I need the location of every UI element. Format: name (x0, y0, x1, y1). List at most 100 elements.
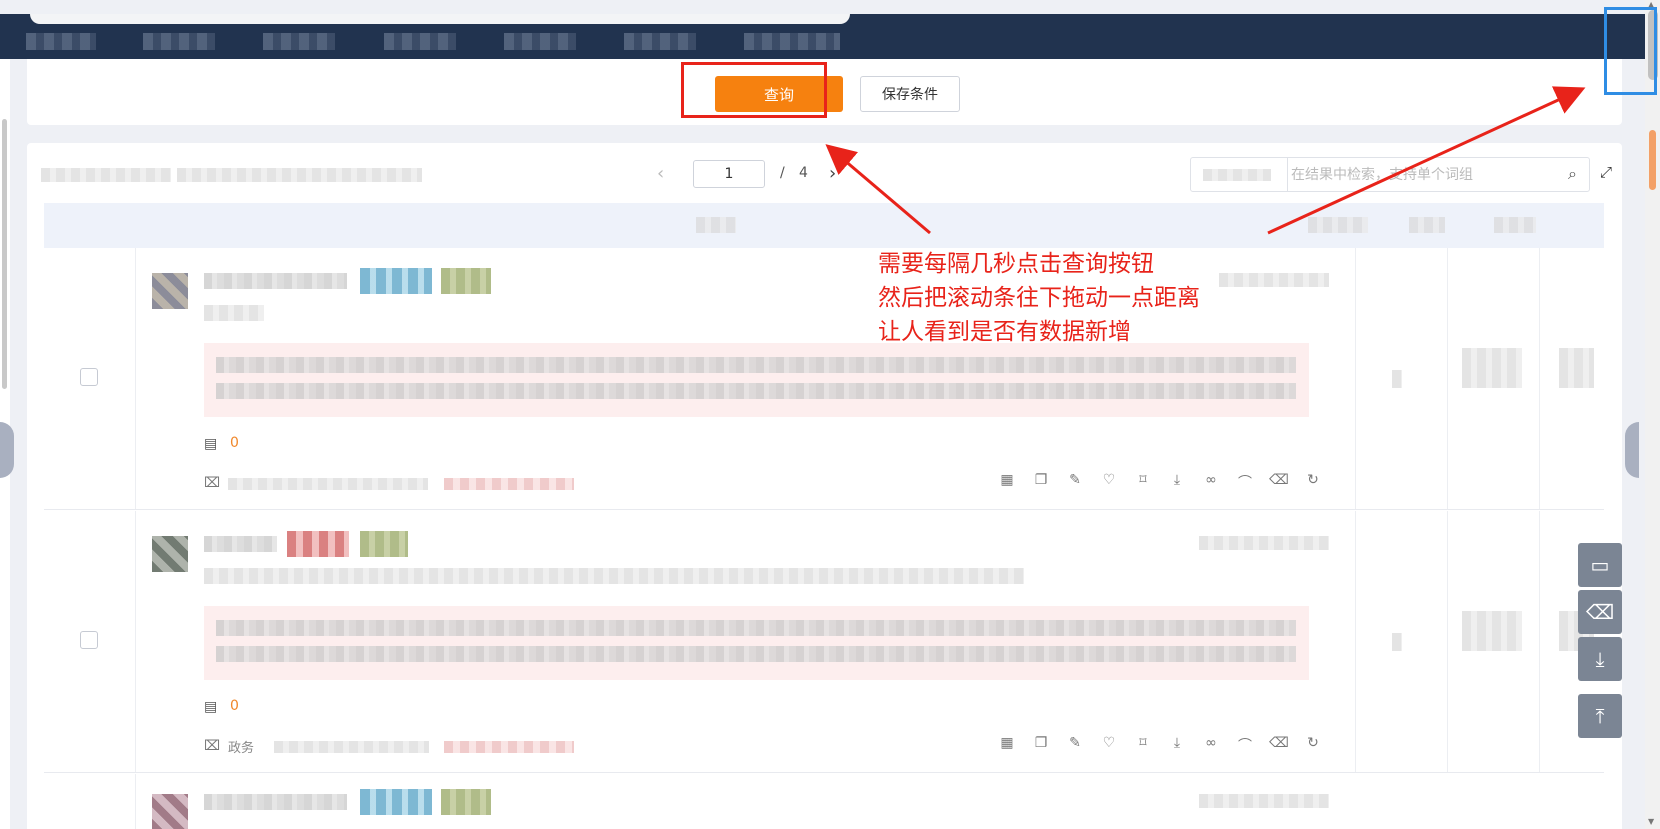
report-icon[interactable]: ▦ (996, 472, 1018, 488)
back-to-top-icon[interactable]: ⤒ (1578, 694, 1622, 738)
avatar (152, 794, 188, 829)
column-divider (1355, 511, 1356, 772)
summary-text (216, 383, 1296, 399)
redaction (30, 14, 850, 24)
total-pages: 4 (799, 165, 808, 181)
tag-icon[interactable]: ⌑ (1132, 472, 1154, 488)
edit-icon[interactable]: ✎ (1064, 735, 1086, 751)
search-scope-select[interactable] (1191, 158, 1288, 191)
author-name[interactable] (204, 794, 347, 810)
result-search: ⌕ (1190, 157, 1590, 192)
nav-item[interactable] (143, 33, 215, 50)
scrollbar-highlight (1604, 7, 1657, 95)
document-icon: ▤ (204, 436, 218, 452)
column-value (1462, 611, 1522, 651)
summary-text (216, 620, 1296, 636)
publish-time (1199, 536, 1329, 550)
nav-item[interactable] (263, 33, 335, 50)
result-search-input[interactable] (1291, 161, 1551, 188)
results-scrollbar-thumb[interactable] (1649, 130, 1656, 190)
column-divider (1355, 248, 1356, 509)
item-title[interactable] (204, 568, 1024, 584)
row-checkbox[interactable] (80, 368, 98, 386)
annotation-line: 然后把滚动条往下拖动一点距离 (878, 285, 1200, 311)
item-title[interactable] (204, 305, 264, 321)
heart-icon[interactable]: ♡ (1098, 735, 1120, 751)
column-value (1462, 348, 1522, 388)
table-row: ▤ 0 ⌧ ▦ ❐ ✎ ♡ ⌑ ⤓ ∞ ⌒ ⌫ ↻ (44, 248, 1604, 510)
link-icon[interactable]: ∞ (1200, 472, 1222, 488)
left-scrollbar-thumb[interactable] (2, 119, 7, 389)
trash-icon[interactable]: ⌫ (1578, 590, 1622, 634)
source-tag (444, 741, 574, 753)
avatar (152, 273, 188, 309)
row-checkbox[interactable] (80, 631, 98, 649)
save-conditions-button[interactable]: 保存条件 (860, 76, 960, 112)
source-name[interactable] (274, 741, 429, 753)
column-divider (1539, 248, 1540, 509)
nav-item[interactable] (744, 33, 840, 50)
heart-icon[interactable]: ♡ (1098, 472, 1120, 488)
status-badge (441, 268, 491, 294)
content-summary (204, 606, 1309, 680)
hide-icon[interactable]: ⌒ (1234, 472, 1256, 492)
nav-item[interactable] (26, 33, 96, 50)
table-row (44, 774, 1604, 829)
briefcase-icon: ⌧ (204, 738, 221, 754)
comment-icon[interactable]: ▭ (1578, 543, 1622, 587)
download-icon[interactable]: ⤓ (1166, 735, 1188, 751)
column-divider (1447, 511, 1448, 772)
summary-text (216, 357, 1296, 373)
publish-time (1199, 794, 1329, 808)
nav-item[interactable] (384, 33, 456, 50)
briefcase-icon: ⌧ (204, 475, 221, 491)
nav-item[interactable] (624, 33, 696, 50)
copy-icon[interactable]: ❐ (1030, 472, 1052, 488)
column-divider (1539, 511, 1540, 772)
column-divider (1447, 248, 1448, 509)
column-header (696, 217, 736, 233)
author-name[interactable] (204, 536, 277, 552)
query-button-highlight (681, 62, 827, 118)
status-badge (360, 789, 432, 815)
refresh-icon[interactable]: ↻ (1302, 735, 1324, 751)
column-value (1392, 370, 1402, 388)
row-select-cell (44, 774, 136, 829)
source-name[interactable] (228, 478, 428, 490)
left-panel-toggle[interactable] (0, 422, 14, 478)
nav-item[interactable] (504, 33, 576, 50)
comment-count: 0 (230, 435, 239, 451)
summary-text (216, 646, 1296, 662)
download-icon[interactable]: ⤓ (1166, 472, 1188, 488)
page-scrollbar[interactable]: ▲ ▼ (1645, 0, 1660, 829)
top-nav-bar (0, 14, 1645, 59)
author-name[interactable] (204, 273, 347, 289)
download-icon[interactable]: ⤓ (1578, 637, 1622, 681)
right-panel-toggle[interactable] (1625, 422, 1639, 478)
edit-icon[interactable]: ✎ (1064, 472, 1086, 488)
copy-icon[interactable]: ❐ (1030, 735, 1052, 751)
page-separator: / (780, 165, 785, 181)
trash-icon[interactable]: ⌫ (1268, 735, 1290, 751)
link-icon[interactable]: ∞ (1200, 735, 1222, 751)
annotation-note: 需要每隔几秒点击查询按钮 然后把滚动条往下拖动一点距离 让人看到是否有数据新增 (878, 247, 1200, 349)
trash-icon[interactable]: ⌫ (1268, 472, 1290, 488)
status-badge (441, 789, 491, 815)
page-number-input[interactable] (693, 160, 765, 188)
tag-icon[interactable]: ⌑ (1132, 735, 1154, 751)
refresh-icon[interactable]: ↻ (1302, 472, 1324, 488)
hide-icon[interactable]: ⌒ (1234, 735, 1256, 755)
chevron-right-icon[interactable]: › (829, 163, 836, 184)
table-row: ▤ 0 ⌧ 政务 ▦ ❐ ✎ ♡ ⌑ ⤓ ∞ ⌒ ⌫ ↻ (44, 511, 1604, 773)
status-badge (360, 268, 432, 294)
content-summary (204, 343, 1309, 417)
report-icon[interactable]: ▦ (996, 735, 1018, 751)
scroll-down-icon[interactable]: ▼ (1648, 817, 1654, 826)
search-icon[interactable]: ⌕ (1568, 164, 1577, 184)
fullscreen-icon[interactable]: ⤢ (1600, 163, 1612, 181)
source-tag (444, 478, 574, 490)
results-panel: ‹ / 4 › ⌕ ⤢ ▤ 0 (27, 143, 1622, 829)
chevron-left-icon[interactable]: ‹ (657, 163, 664, 184)
status-badge (360, 531, 408, 557)
annotation-line: 需要每隔几秒点击查询按钮 (878, 251, 1154, 277)
